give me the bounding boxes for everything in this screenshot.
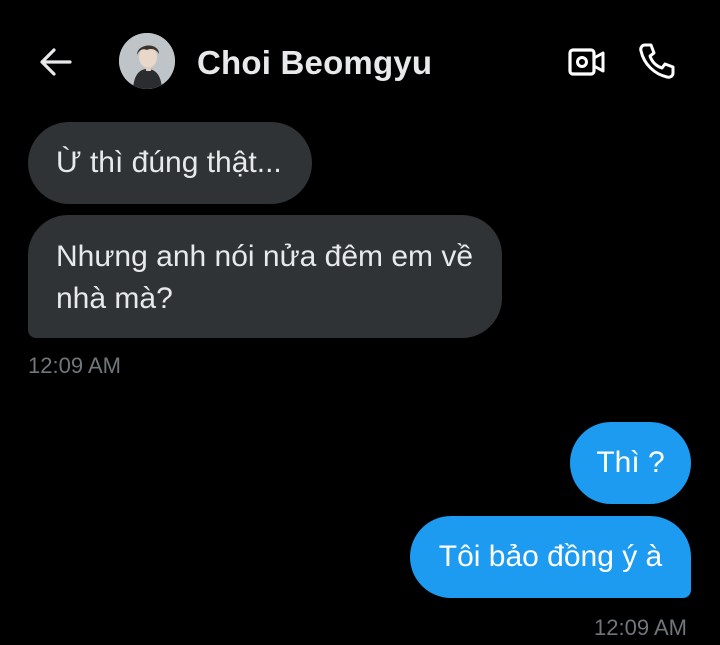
message-timestamp: 12:09 AM — [28, 353, 121, 378]
message-timestamp: 12:09 AM — [594, 615, 687, 640]
video-call-button[interactable] — [566, 42, 606, 82]
back-button[interactable] — [36, 42, 76, 82]
message-text: Ừ thì đúng thật... — [56, 146, 282, 179]
avatar-image — [119, 33, 175, 89]
video-camera-icon — [568, 48, 605, 76]
phone-icon — [639, 43, 675, 79]
message-bubble-incoming[interactable]: Nhưng anh nói nửa đêm em về nhà mà? — [28, 215, 502, 338]
message-bubble-outgoing[interactable]: Tôi bảo đồng ý à — [410, 516, 691, 598]
arrow-left-icon — [40, 48, 72, 76]
message-text: Tôi bảo đồng ý à — [438, 540, 663, 573]
message-text: Nhưng anh nói nửa đêm em về nhà mà? — [56, 239, 474, 315]
avatar[interactable] — [119, 33, 175, 89]
voice-call-button[interactable] — [636, 40, 678, 82]
message-bubble-outgoing[interactable]: Thì ? — [570, 422, 691, 504]
message-bubble-incoming[interactable]: Ừ thì đúng thật... — [28, 122, 312, 204]
chat-header: Choi Beomgyu — [0, 0, 720, 120]
contact-name[interactable]: Choi Beomgyu — [197, 44, 432, 82]
message-text: Thì ? — [596, 446, 665, 479]
chat-screen: Choi Beomgyu Ừ thì đúng thật... Nhưng an… — [0, 0, 720, 645]
